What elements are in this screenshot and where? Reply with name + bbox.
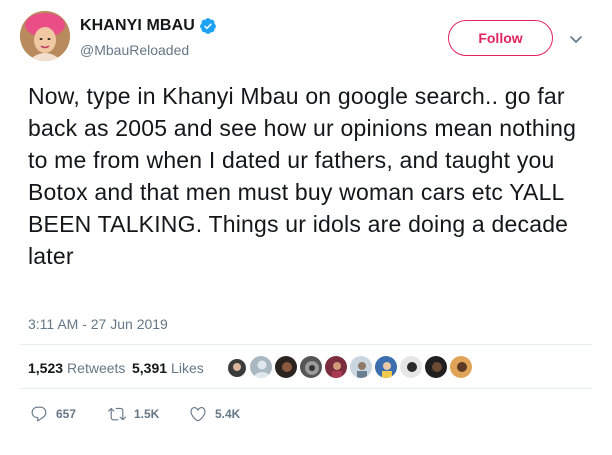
follow-button[interactable]: Follow	[448, 20, 553, 56]
likes-count: 5,391	[132, 360, 168, 376]
chevron-down-icon[interactable]	[568, 31, 584, 47]
like-button[interactable]: 5.4K	[189, 404, 240, 424]
retweets-stat[interactable]: 1,523 Retweets	[28, 360, 125, 376]
liker-avatar[interactable]	[299, 355, 323, 379]
reply-icon	[31, 406, 47, 422]
retweets-count: 1,523	[28, 360, 64, 376]
verified-badge-icon	[199, 17, 217, 35]
likes-stat[interactable]: 5,391 Likes	[132, 360, 204, 376]
liker-avatars	[224, 355, 474, 381]
divider	[20, 388, 592, 389]
author-display-name[interactable]: KHANYI MBAU	[80, 17, 195, 35]
tweet-text: Now, type in Khanyi Mbau on google searc…	[28, 83, 577, 269]
likes-label: Likes	[171, 360, 204, 376]
liker-avatar[interactable]	[249, 355, 273, 379]
author-handle[interactable]: @MbauReloaded	[80, 42, 189, 58]
reply-count: 657	[56, 407, 77, 421]
divider	[20, 344, 592, 345]
liker-avatar[interactable]	[424, 355, 448, 379]
retweets-label: Retweets	[67, 360, 126, 376]
tweet-timestamp[interactable]: 3:11 AM - 27 Jun 2019	[28, 316, 168, 332]
tweet-card: KHANYI MBAU @MbauReloaded Follow Now, ty…	[0, 0, 612, 455]
liker-avatar[interactable]	[224, 355, 248, 379]
like-count: 5.4K	[215, 407, 241, 421]
author-name-row: KHANYI MBAU	[80, 17, 217, 35]
liker-avatar[interactable]	[374, 355, 398, 379]
liker-avatar[interactable]	[449, 355, 473, 379]
liker-avatar[interactable]	[399, 355, 423, 379]
retweet-icon	[108, 407, 126, 421]
retweet-button[interactable]: 1.5K	[108, 404, 159, 424]
heart-icon	[190, 407, 206, 422]
retweet-count: 1.5K	[134, 407, 160, 421]
author-avatar[interactable]	[20, 11, 70, 61]
liker-avatar[interactable]	[349, 355, 373, 379]
reply-button[interactable]: 657	[30, 404, 76, 424]
liker-avatar[interactable]	[274, 355, 298, 379]
liker-avatar[interactable]	[324, 355, 348, 379]
